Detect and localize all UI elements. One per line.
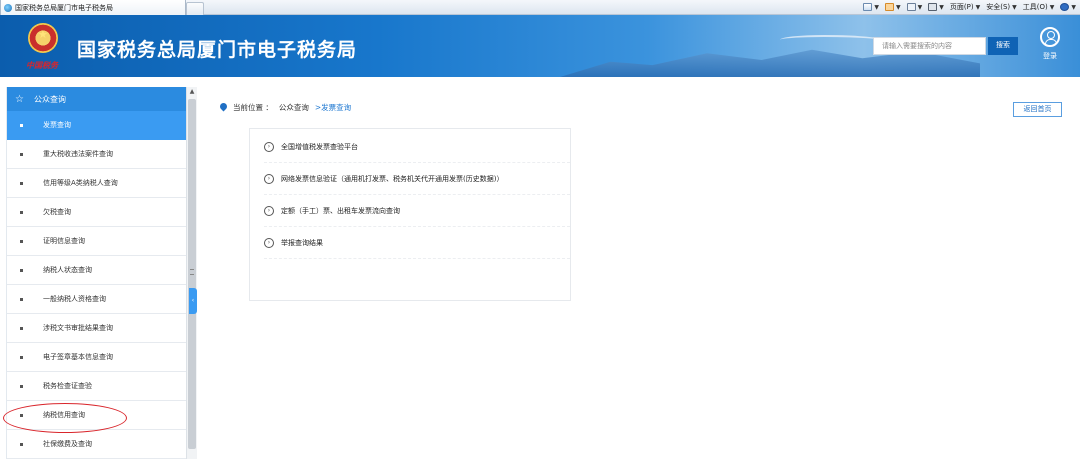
help-command[interactable]: ▼ [1060,3,1076,11]
browser-tab[interactable]: 国家税务总局厦门市电子税务局 [0,0,186,15]
bullet-icon [20,181,23,185]
sidebar-item-social-security[interactable]: 社保缴费及查询 [7,430,190,459]
print-icon [928,3,938,11]
login-label: 登录 [1043,52,1057,60]
safety-menu[interactable]: 安全(S) ▼ [986,2,1017,12]
link-label: 定额（手工）票、出租车发票流向查询 [281,206,400,215]
browser-chrome: 国家税务总局厦门市电子税务局 ▼ ▼ ▼ ▼ 页面(P) ▼ 安全(S) ▼ 工具(… [0,0,1080,15]
tab-title: 国家税务总局厦门市电子税务局 [15,3,113,12]
site-title: 国家税务总局厦门市电子税务局 [77,39,358,61]
link-report-result[interactable]: › 举报查询结果 [264,227,570,259]
sidebar-item-tax-credit[interactable]: 纳税信用查询 [7,401,190,430]
sidebar-item-label: 税务检查证查验 [43,382,92,390]
sidebar-item-invoice-query[interactable]: 发票查询 [7,111,190,140]
sidebar-item-label: 涉税文书审批结果查询 [43,324,113,332]
ie-icon [4,3,12,12]
chevron-right-circle-icon: › [264,173,274,184]
bullet-icon [20,210,23,214]
sidebar-item-major-tax-violation[interactable]: 重大税收违法案件查询 [7,140,190,169]
site-header: ★ 中国税务 国家税务总局厦门市电子税务局 请输入需要搜索的内容 搜索 登录 [0,15,1080,77]
breadcrumb-prefix: 当前位置 ： [233,103,273,112]
sidebar-item-tax-arrears[interactable]: 欠税查询 [7,198,190,227]
invoice-query-panel: › 全国增值税发票查验平台 › 网络发票信息验证（通用机打发票、税务机关代开通用… [249,128,571,301]
command-bar: ▼ ▼ ▼ ▼ 页面(P) ▼ 安全(S) ▼ 工具(O) ▼ ▼ [863,0,1076,14]
sidebar-heading-label: 公众查询 [33,94,66,104]
sidebar-item-label: 发票查询 [43,121,71,129]
breadcrumb-section[interactable]: 公众查询 [279,102,309,113]
sidebar-item-label: 一般纳税人资格查询 [43,295,106,303]
home-command[interactable]: ▼ [863,3,879,11]
emblem-script: 中国税务 [26,60,58,70]
sidebar-item-credit-grade-a[interactable]: 信用等级A类纳税人查询 [7,169,190,198]
bullet-icon [20,268,23,272]
bullet-icon [20,297,23,301]
bullet-icon [20,355,23,359]
link-network-invoice-verify[interactable]: › 网络发票信息验证（通用机打发票、税务机关代开通用发票(历史数据)） [264,163,570,195]
sidebar-item-label: 欠税查询 [43,208,71,216]
mail-icon [906,3,916,11]
sidebar-item-label: 重大税收违法案件查询 [43,150,113,158]
sidebar-item-label: 证明信息查询 [43,237,85,245]
sidebar-scrollbar[interactable]: ▲ [186,87,197,459]
sidebar-heading[interactable]: ☆ 公众查询 [7,87,190,111]
user-icon [1040,27,1060,47]
bullet-icon [20,413,23,417]
search-button[interactable]: 搜索 [988,37,1018,55]
feeds-icon [885,3,895,11]
bullet-icon [20,239,23,243]
feeds-command[interactable]: ▼ [885,3,901,11]
tax-emblem-icon: ★ [22,23,64,61]
link-fixed-taxi-invoice[interactable]: › 定额（手工）票、出租车发票流向查询 [264,195,570,227]
sidebar-item-document-approval[interactable]: 涉税文书审批结果查询 [7,314,190,343]
link-label: 举报查询结果 [281,238,323,247]
chevron-right-circle-icon: › [264,205,274,216]
sidebar-item-label: 纳税人状态查询 [43,266,92,274]
chevron-right-circle-icon: › [264,141,274,152]
page-menu[interactable]: 页面(P) ▼ [950,2,980,12]
sidebar-item-taxpayer-status[interactable]: 纳税人状态查询 [7,256,190,285]
tools-menu[interactable]: 工具(O) ▼ [1023,2,1055,12]
sidebar-item-inspection-cert[interactable]: 税务检查证查验 [7,372,190,401]
bullet-icon [20,384,23,388]
breadcrumb: 当前位置 ： 公众查询 >发票查询 [220,102,351,113]
tools-menu-label: 工具(O) [1022,3,1048,11]
back-home-button[interactable]: 返回首页 [1013,102,1062,117]
sidebar-item-label: 社保缴费及查询 [43,440,92,448]
breadcrumb-current[interactable]: >发票查询 [315,102,351,113]
sidebar-item-label: 信用等级A类纳税人查询 [43,179,118,187]
page-menu-label: 页面(P) [949,3,974,11]
bullet-icon [20,152,23,156]
bullet-icon [20,442,23,446]
print-command[interactable]: ▼ [928,3,944,11]
link-label: 网络发票信息验证（通用机打发票、税务机关代开通用发票(历史数据)） [281,174,504,183]
sidebar: ☆ 公众查询 发票查询 重大税收违法案件查询 信用等级A类纳税人查询 欠税查询 … [6,87,190,459]
help-icon [1060,3,1070,11]
bullet-icon [20,123,23,127]
sidebar-item-label: 纳税信用查询 [43,411,85,419]
location-pin-icon [220,103,227,112]
chevron-right-circle-icon: › [264,237,274,248]
star-icon: ☆ [15,93,24,105]
mail-command[interactable]: ▼ [906,3,922,11]
collapse-sidebar-button[interactable]: ‹ [189,288,197,314]
search-input[interactable]: 请输入需要搜索的内容 [873,37,986,55]
new-tab-button[interactable] [186,2,204,15]
scroll-grip-icon [190,269,194,275]
link-vat-invoice-platform[interactable]: › 全国增值税发票查验平台 [264,131,570,163]
sidebar-item-general-taxpayer[interactable]: 一般纳税人资格查询 [7,285,190,314]
link-label: 全国增值税发票查验平台 [281,142,358,151]
login-button[interactable]: 登录 [1036,27,1064,67]
scroll-up-icon[interactable]: ▲ [187,87,197,97]
sidebar-item-e-signature[interactable]: 电子签章基本信息查询 [7,343,190,372]
safety-menu-label: 安全(S) [986,3,1011,11]
sidebar-item-label: 电子签章基本信息查询 [43,353,113,361]
sidebar-item-certificate-info[interactable]: 证明信息查询 [7,227,190,256]
bullet-icon [20,326,23,330]
home-icon [863,3,873,11]
